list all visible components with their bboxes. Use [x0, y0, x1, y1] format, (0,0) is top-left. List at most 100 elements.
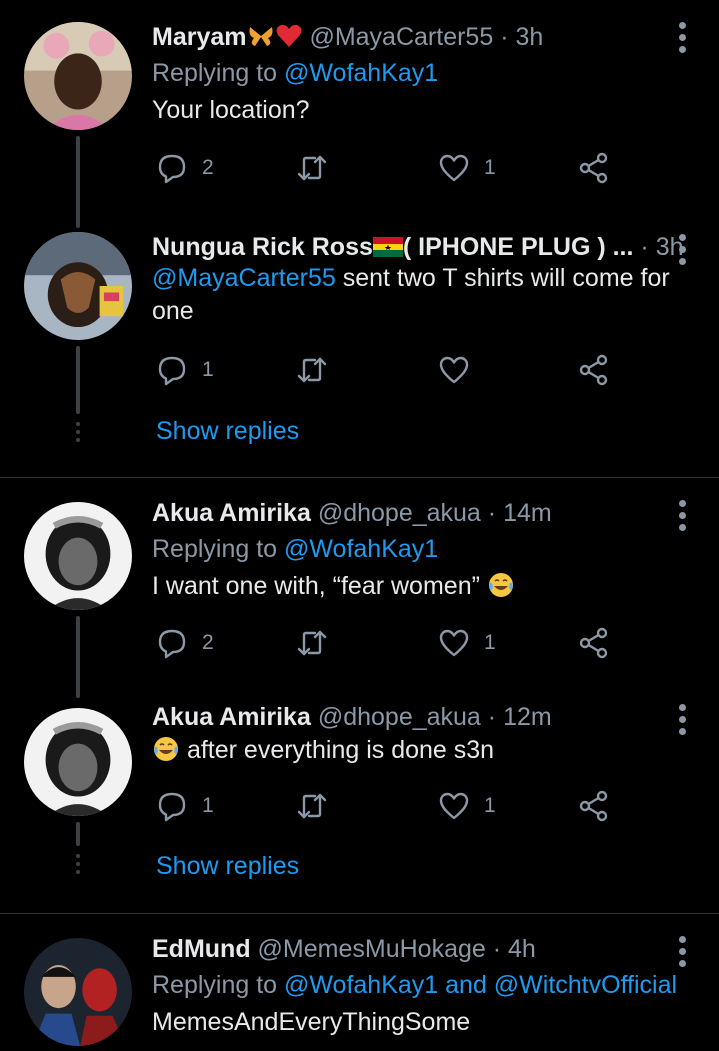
reply-count: 2 — [202, 156, 214, 179]
butterfly-icon — [249, 27, 272, 46]
tweet-header: Akua Amirika @dhope_akua · 14m — [152, 498, 679, 528]
replying-to: Replying to @WofahKay1 and @WitchtvOffic… — [152, 970, 679, 1000]
reply-icon — [158, 792, 186, 822]
separator: · — [487, 703, 497, 731]
retweet-button[interactable] — [296, 788, 328, 824]
retweet-icon — [297, 357, 327, 383]
tweet-actions: 2 1 — [156, 625, 616, 661]
display-name[interactable]: EdMund — [152, 935, 251, 963]
reply-count: 1 — [202, 358, 214, 381]
reply-count: 1 — [202, 794, 214, 817]
handle[interactable]: @MemesMuHokage — [258, 935, 486, 963]
more-options-icon[interactable] — [679, 22, 687, 53]
timestamp[interactable]: 4h — [508, 935, 536, 963]
timestamp[interactable]: 14m — [503, 499, 552, 527]
share-button[interactable] — [578, 150, 610, 186]
name-emojis — [247, 23, 303, 51]
avatar-image — [24, 232, 132, 340]
reply-button[interactable]: 2 — [156, 150, 214, 186]
mention-link[interactable]: @MayaCarter55 — [152, 264, 336, 292]
avatar[interactable] — [24, 232, 132, 340]
tweet-5[interactable]: EdMund @MemesMuHokage · 4h Replying to @… — [0, 914, 719, 1051]
tweet-1[interactable]: Maryam @MayaCarter55 · 3h Replying to @W… — [0, 0, 719, 230]
like-count: 1 — [484, 156, 496, 179]
thread-line — [76, 346, 80, 414]
replying-to: Replying to @WofahKay1 — [152, 534, 679, 564]
avatar[interactable] — [24, 938, 132, 1046]
replying-to: Replying to @WofahKay1 — [152, 58, 679, 88]
retweet-button[interactable] — [296, 150, 328, 186]
more-options-icon[interactable] — [679, 500, 687, 531]
reply-button[interactable]: 1 — [156, 788, 214, 824]
tweet-actions: 1 — [156, 352, 616, 388]
tweet-text: Your location? — [152, 96, 310, 124]
separator: · — [487, 499, 497, 527]
separator: · — [500, 23, 509, 51]
display-name[interactable]: Akua Amirika — [152, 703, 311, 731]
display-name[interactable]: Maryam — [152, 23, 247, 51]
display-name[interactable]: Nungua Rick Ross( IPHONE PLUG ) ... — [152, 233, 633, 261]
thread-dots — [76, 422, 80, 446]
more-options-icon[interactable] — [679, 704, 687, 735]
replying-to-link[interactable]: @WofahKay1 — [284, 59, 438, 87]
separator: · — [640, 233, 649, 261]
reply-count: 2 — [202, 631, 214, 654]
share-button[interactable] — [578, 788, 610, 824]
more-options-icon[interactable] — [679, 936, 687, 967]
thread-line — [76, 136, 80, 228]
heart-icon — [439, 792, 469, 820]
share-icon — [579, 354, 608, 386]
avatar-image — [24, 502, 132, 610]
thread-dots — [76, 854, 80, 878]
tears-of-joy-emoji-icon — [154, 737, 178, 761]
avatar-image — [24, 938, 132, 1046]
handle[interactable]: @dhope_akua — [318, 499, 481, 527]
like-button[interactable]: 1 — [438, 150, 496, 186]
share-button[interactable] — [578, 625, 610, 661]
like-count: 1 — [484, 631, 496, 654]
show-replies-link[interactable]: Show replies — [156, 852, 299, 881]
more-options-icon[interactable] — [679, 234, 687, 265]
ghana-flag-icon — [372, 237, 403, 257]
like-button[interactable]: 1 — [438, 625, 496, 661]
timestamp[interactable]: 12m — [503, 703, 552, 731]
replying-prefix: Replying to — [152, 535, 285, 563]
tweet-3[interactable]: Akua Amirika @dhope_akua · 14m Replying … — [0, 478, 719, 698]
timestamp[interactable]: 3h — [515, 23, 543, 51]
thread-line — [76, 822, 80, 846]
retweet-button[interactable] — [296, 625, 328, 661]
replying-to-link[interactable]: @WofahKay1 and @WitchtvOfficial — [284, 971, 677, 999]
tweet-header: EdMund @MemesMuHokage · 4h — [152, 934, 679, 964]
avatar-image — [24, 708, 132, 816]
retweet-icon — [297, 155, 327, 181]
like-button[interactable] — [438, 352, 470, 388]
handle[interactable]: @dhope_akua — [318, 703, 481, 731]
reply-button[interactable]: 1 — [156, 352, 214, 388]
tweet-header: Maryam @MayaCarter55 · 3h — [152, 22, 679, 52]
thread-line — [76, 616, 80, 698]
share-icon — [579, 152, 608, 184]
reply-icon — [158, 356, 186, 386]
replying-to-link[interactable]: @WofahKay1 — [284, 535, 438, 563]
tweet-text: @MayaCarter55 sent two T shirts will com… — [152, 264, 670, 325]
retweet-button[interactable] — [296, 352, 328, 388]
heart-icon — [439, 629, 469, 657]
retweet-icon — [297, 793, 327, 819]
avatar[interactable] — [24, 22, 132, 130]
replying-prefix: Replying to — [152, 971, 285, 999]
share-button[interactable] — [578, 352, 610, 388]
tweet-header: Akua Amirika @dhope_akua · 12m — [152, 702, 679, 732]
like-button[interactable]: 1 — [438, 788, 496, 824]
reply-button[interactable]: 2 — [156, 625, 214, 661]
tears-of-joy-emoji-icon — [488, 573, 513, 597]
display-name[interactable]: Akua Amirika — [152, 499, 311, 527]
heart-icon — [439, 356, 469, 384]
avatar[interactable] — [24, 502, 132, 610]
tweet-actions: 2 1 — [156, 150, 616, 186]
tweet-4[interactable]: Akua Amirika @dhope_akua · 12m after eve… — [0, 698, 719, 912]
show-replies-link[interactable]: Show replies — [156, 417, 299, 446]
handle[interactable]: @MayaCarter55 — [309, 23, 493, 51]
tweet-2[interactable]: Nungua Rick Ross( IPHONE PLUG ) ... · 3h… — [0, 230, 719, 475]
red-heart-icon — [276, 24, 301, 47]
avatar[interactable] — [24, 708, 132, 816]
